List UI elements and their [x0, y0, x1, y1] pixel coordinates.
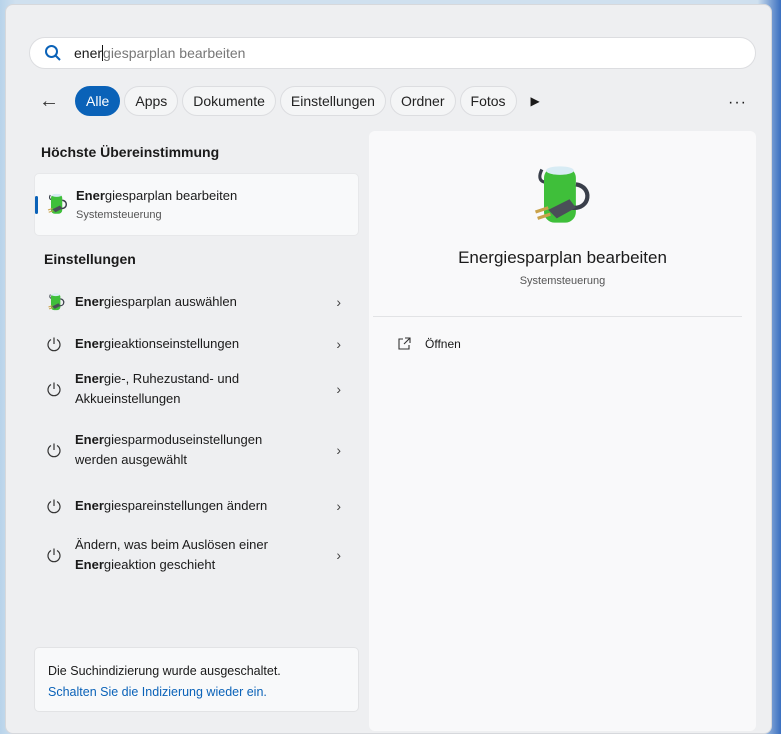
search-icon: [45, 45, 61, 61]
best-match-title: Energiesparplan bearbeiten: [76, 188, 238, 203]
settings-heading: Einstellungen: [44, 251, 136, 267]
chevron-right-icon[interactable]: ›: [336, 334, 341, 354]
settings-result-item[interactable]: Energiesparmoduseinstellungen werden aus…: [34, 430, 359, 470]
item-label: Energieaktionseinstellungen: [75, 336, 240, 351]
battery-plug-icon: [45, 192, 69, 216]
settings-result-item[interactable]: Energieaktionseinstellungen ›: [34, 332, 359, 356]
item-label: Energiesparmoduseinstellungen werden aus…: [75, 432, 263, 467]
chevron-right-icon[interactable]: ›: [336, 379, 341, 399]
open-external-icon: [398, 337, 411, 350]
power-icon: [34, 547, 75, 563]
filter-apps[interactable]: Apps: [124, 86, 179, 116]
search-window: ener giesparplan bearbeiten ← Alle Apps D…: [5, 4, 772, 734]
power-icon: [34, 381, 75, 397]
preview-subtitle: Systemsteuerung: [519, 275, 606, 287]
settings-result-item[interactable]: Ändern, was beim Auslösen einer Energiea…: [34, 535, 359, 575]
filter-documents[interactable]: Dokumente: [182, 86, 276, 116]
search-typed-text: ener: [74, 45, 103, 61]
filter-photos[interactable]: Fotos: [459, 86, 517, 116]
chevron-right-icon[interactable]: ›: [336, 440, 341, 460]
item-label: Energiespareinstellungen ändern: [75, 498, 268, 513]
item-label: Energiesparplan auswählen: [75, 294, 237, 309]
item-label: Ändern, was beim Auslösen einer Energiea…: [75, 537, 268, 572]
filter-bar: ← Alle Apps Dokumente Einstellungen Ordn…: [39, 86, 540, 116]
settings-result-item[interactable]: Energiesparplan auswählen ›: [34, 290, 359, 314]
selection-indicator: [35, 196, 38, 214]
chevron-right-icon[interactable]: ›: [336, 545, 341, 565]
power-icon: [34, 442, 75, 458]
back-arrow-icon[interactable]: ←: [39, 90, 69, 113]
divider: [373, 316, 742, 317]
best-match-subtitle: Systemsteuerung: [76, 209, 162, 221]
power-icon: [34, 498, 75, 514]
open-action[interactable]: Öffnen: [397, 337, 461, 351]
settings-result-item[interactable]: Energiespareinstellungen ändern ›: [34, 494, 359, 518]
battery-plug-icon: [527, 161, 595, 229]
best-match-heading: Höchste Übereinstimmung: [41, 144, 220, 160]
settings-result-item[interactable]: Energie-, Ruhezustand- und Akkueinstellu…: [34, 369, 359, 409]
power-icon: [34, 336, 75, 352]
chevron-right-icon[interactable]: ›: [336, 292, 341, 312]
filter-settings[interactable]: Einstellungen: [279, 86, 386, 116]
more-options-icon[interactable]: ···: [728, 94, 747, 112]
best-match-item[interactable]: Energiesparplan bearbeiten Systemsteueru…: [34, 173, 359, 236]
battery-plug-icon: [34, 292, 75, 312]
item-label: Energie-, Ruhezustand- und Akkueinstellu…: [75, 371, 240, 406]
more-filters-play-icon[interactable]: ▶: [531, 94, 540, 108]
preview-title: Energiesparplan bearbeiten: [458, 248, 667, 267]
filter-all[interactable]: Alle: [75, 86, 121, 116]
chevron-right-icon[interactable]: ›: [336, 496, 341, 516]
open-label: Öffnen: [425, 337, 461, 351]
search-input[interactable]: ener giesparplan bearbeiten: [29, 37, 756, 69]
indexing-notice: Die Suchindizierung wurde ausgeschaltet.…: [34, 647, 359, 712]
search-suggestion-text: giesparplan bearbeiten: [103, 45, 246, 61]
indexing-text: Die Suchindizierung wurde ausgeschaltet.: [48, 664, 281, 678]
preview-pane: Energiesparplan bearbeiten Systemsteueru…: [369, 131, 756, 731]
enable-indexing-link[interactable]: Schalten Sie die Indizierung wieder ein.: [48, 685, 267, 699]
filter-folders[interactable]: Ordner: [389, 86, 456, 116]
